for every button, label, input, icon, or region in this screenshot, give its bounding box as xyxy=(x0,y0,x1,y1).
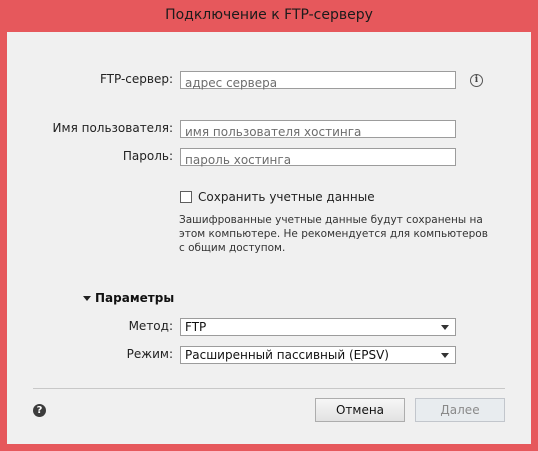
server-label: FTP-сервер: xyxy=(99,72,173,86)
server-field[interactable] xyxy=(180,71,456,91)
title-bar[interactable]: Подключение к FTP-серверу xyxy=(0,0,538,32)
credentials-note: Зашифрованные учетные данные будут сохра… xyxy=(179,214,488,254)
dialog-body: FTP-сервер: i Имя пользователя: Пароль: … xyxy=(7,32,531,444)
method-value: FTP xyxy=(185,320,207,334)
method-select[interactable]: FTP xyxy=(180,318,456,336)
footer-divider xyxy=(33,388,505,389)
chevron-down-icon xyxy=(441,325,449,330)
mode-value: Расширенный пассивный (EPSV) xyxy=(185,348,389,362)
mode-label: Режим: xyxy=(126,347,173,361)
password-label: Пароль: xyxy=(122,149,173,163)
next-button[interactable]: Далее xyxy=(415,398,505,422)
save-credentials-label[interactable]: Сохранить учетные данные xyxy=(198,190,375,204)
mode-select[interactable]: Расширенный пассивный (EPSV) xyxy=(180,346,456,364)
ftp-connect-dialog: Подключение к FTP-серверу FTP-сервер: i … xyxy=(0,0,538,451)
parameters-heading[interactable]: Параметры xyxy=(95,291,174,305)
password-field[interactable] xyxy=(180,148,456,168)
chevron-down-icon xyxy=(441,353,449,358)
password-input[interactable] xyxy=(181,152,455,168)
info-icon[interactable]: i xyxy=(470,74,483,87)
cancel-button[interactable]: Отмена xyxy=(315,398,405,422)
username-field[interactable] xyxy=(180,120,456,140)
collapse-arrow-icon[interactable] xyxy=(83,296,91,301)
server-input[interactable] xyxy=(181,75,455,91)
help-icon[interactable]: ? xyxy=(33,404,46,417)
method-label: Метод: xyxy=(128,319,173,333)
window-title: Подключение к FTP-серверу xyxy=(165,7,373,23)
username-input[interactable] xyxy=(181,124,455,140)
username-label: Имя пользователя: xyxy=(52,121,173,135)
save-credentials-checkbox[interactable] xyxy=(180,191,192,203)
